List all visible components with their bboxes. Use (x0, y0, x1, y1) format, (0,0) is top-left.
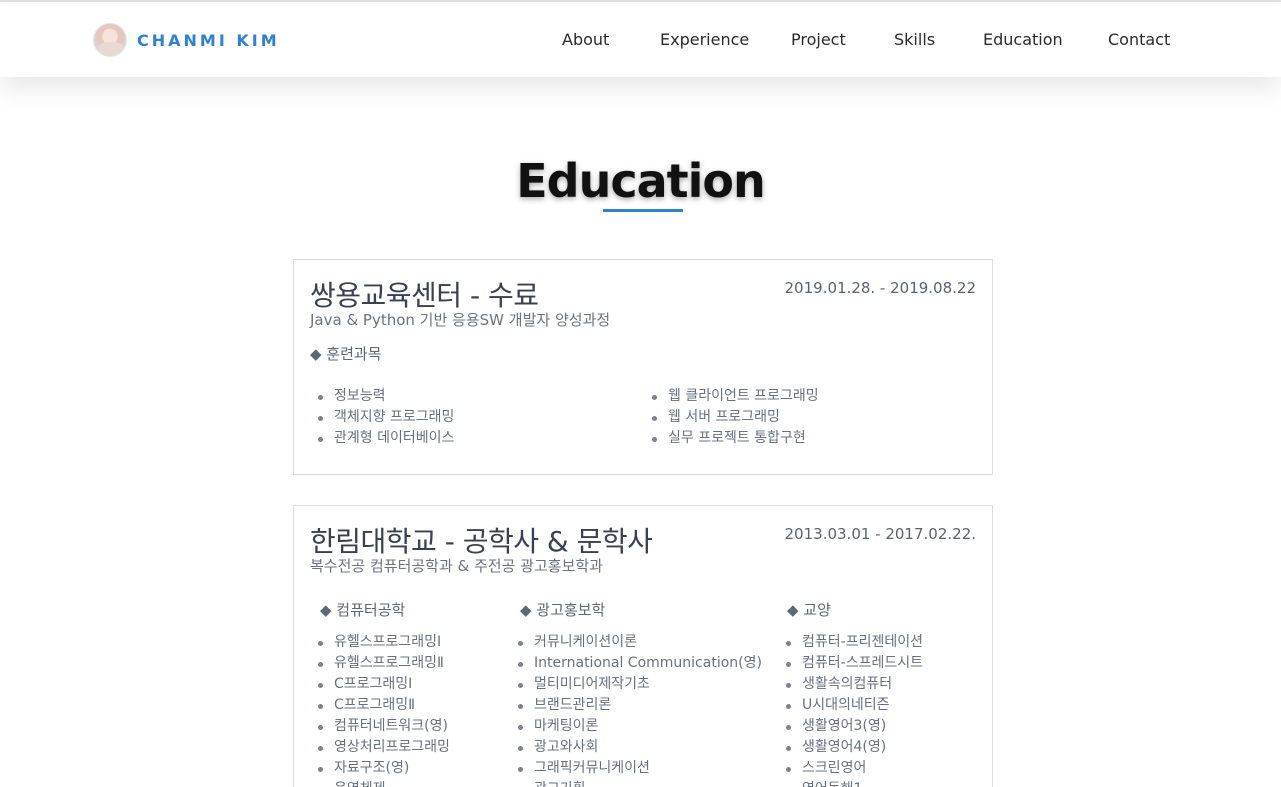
computer-courses-list: 유헬스프로그래밍Ⅰ 유헬스프로그래밍Ⅱ C프로그래밍Ⅰ C프로그래밍Ⅱ 컴퓨터네… (310, 632, 450, 787)
card-date: 2019.01.28. - 2019.08.22 (784, 279, 976, 297)
list-item: 생활속의컴퓨터 (778, 674, 923, 695)
list-item: 실무 프로젝트 통합구현 (644, 428, 819, 449)
card-title: 한림대학교 - 공학사 & 문학사 (310, 525, 653, 558)
list-item: 정보능력 (310, 386, 454, 407)
nav-experience[interactable]: Experience (660, 30, 749, 49)
list-item: 그래픽커뮤니케이션 (510, 758, 762, 779)
list-item: 생활영어3(영) (778, 716, 923, 737)
list-item: 마케팅이론 (510, 716, 762, 737)
list-item: 유헬스프로그래밍Ⅰ (310, 632, 450, 653)
navbar: CHANMI KIM About Experience Project Skil… (0, 2, 1281, 77)
nav-education[interactable]: Education (983, 30, 1063, 49)
list-item: U시대의네티즌 (778, 695, 923, 716)
nav-contact[interactable]: Contact (1108, 30, 1170, 49)
advertising-courses-list: 커뮤니케이션이론 International Communication(영) … (510, 632, 762, 787)
list-item: 영어독해1 (778, 779, 923, 787)
list-item: 객체지향 프로그래밍 (310, 407, 454, 428)
group-heading-liberal-arts: ◆ 교양 (787, 601, 831, 619)
title-underline (603, 209, 683, 212)
list-item: 웹 클라이언트 프로그래밍 (644, 386, 819, 407)
list-item: 유헬스프로그래밍Ⅱ (310, 653, 450, 674)
nav-project[interactable]: Project (791, 30, 846, 49)
list-item: 커뮤니케이션이론 (510, 632, 762, 653)
list-item: 광고와사회 (510, 737, 762, 758)
list-item: 운영체제 (310, 779, 450, 787)
list-item: 브랜드관리론 (510, 695, 762, 716)
nav-menu: About Experience Project Skills Educatio… (0, 30, 1281, 54)
list-item: 스크린영어 (778, 758, 923, 779)
education-card-hallym: 한림대학교 - 공학사 & 문학사 2013.03.01 - 2017.02.2… (293, 505, 993, 787)
list-item: 멀티미디어제작기초 (510, 674, 762, 695)
group-heading-training: ◆ 훈련과목 (310, 345, 382, 363)
list-item: 광고기획 (510, 779, 762, 787)
liberal-arts-courses-list: 컴퓨터-프리젠테이션 컴퓨터-스프레드시트 생활속의컴퓨터 U시대의네티즌 생활… (778, 632, 923, 787)
list-item: 컴퓨터-프리젠테이션 (778, 632, 923, 653)
list-item: International Communication(영) (510, 653, 762, 674)
nav-skills[interactable]: Skills (894, 30, 935, 49)
training-list-left: 정보능력 객체지향 프로그래밍 관계형 데이터베이스 (310, 386, 454, 449)
section-title: Education (516, 154, 766, 208)
list-item: 영상처리프로그래밍 (310, 737, 450, 758)
list-item: C프로그래밍Ⅱ (310, 695, 450, 716)
list-item: C프로그래밍Ⅰ (310, 674, 450, 695)
list-item: 컴퓨터네트워크(영) (310, 716, 450, 737)
list-item: 자료구조(영) (310, 758, 450, 779)
nav-about[interactable]: About (562, 30, 609, 49)
list-item: 웹 서버 프로그래밍 (644, 407, 819, 428)
training-list-right: 웹 클라이언트 프로그래밍 웹 서버 프로그래밍 실무 프로젝트 통합구현 (644, 386, 819, 449)
list-item: 생활영어4(영) (778, 737, 923, 758)
card-title: 쌍용교육센터 - 수료 (310, 279, 539, 312)
card-date: 2013.03.01 - 2017.02.22. (784, 525, 976, 543)
list-item: 관계형 데이터베이스 (310, 428, 454, 449)
card-subtitle: Java & Python 기반 응용SW 개발자 양성과정 (310, 311, 611, 329)
card-subtitle: 복수전공 컴퓨터공학과 & 주전공 광고홍보학과 (310, 557, 603, 575)
education-card-ssangyong: 쌍용교육센터 - 수료 2019.01.28. - 2019.08.22 Jav… (293, 259, 993, 475)
group-heading-advertising: ◆ 광고홍보학 (520, 601, 606, 619)
group-heading-computer: ◆ 컴퓨터공학 (320, 601, 406, 619)
list-item: 컴퓨터-스프레드시트 (778, 653, 923, 674)
